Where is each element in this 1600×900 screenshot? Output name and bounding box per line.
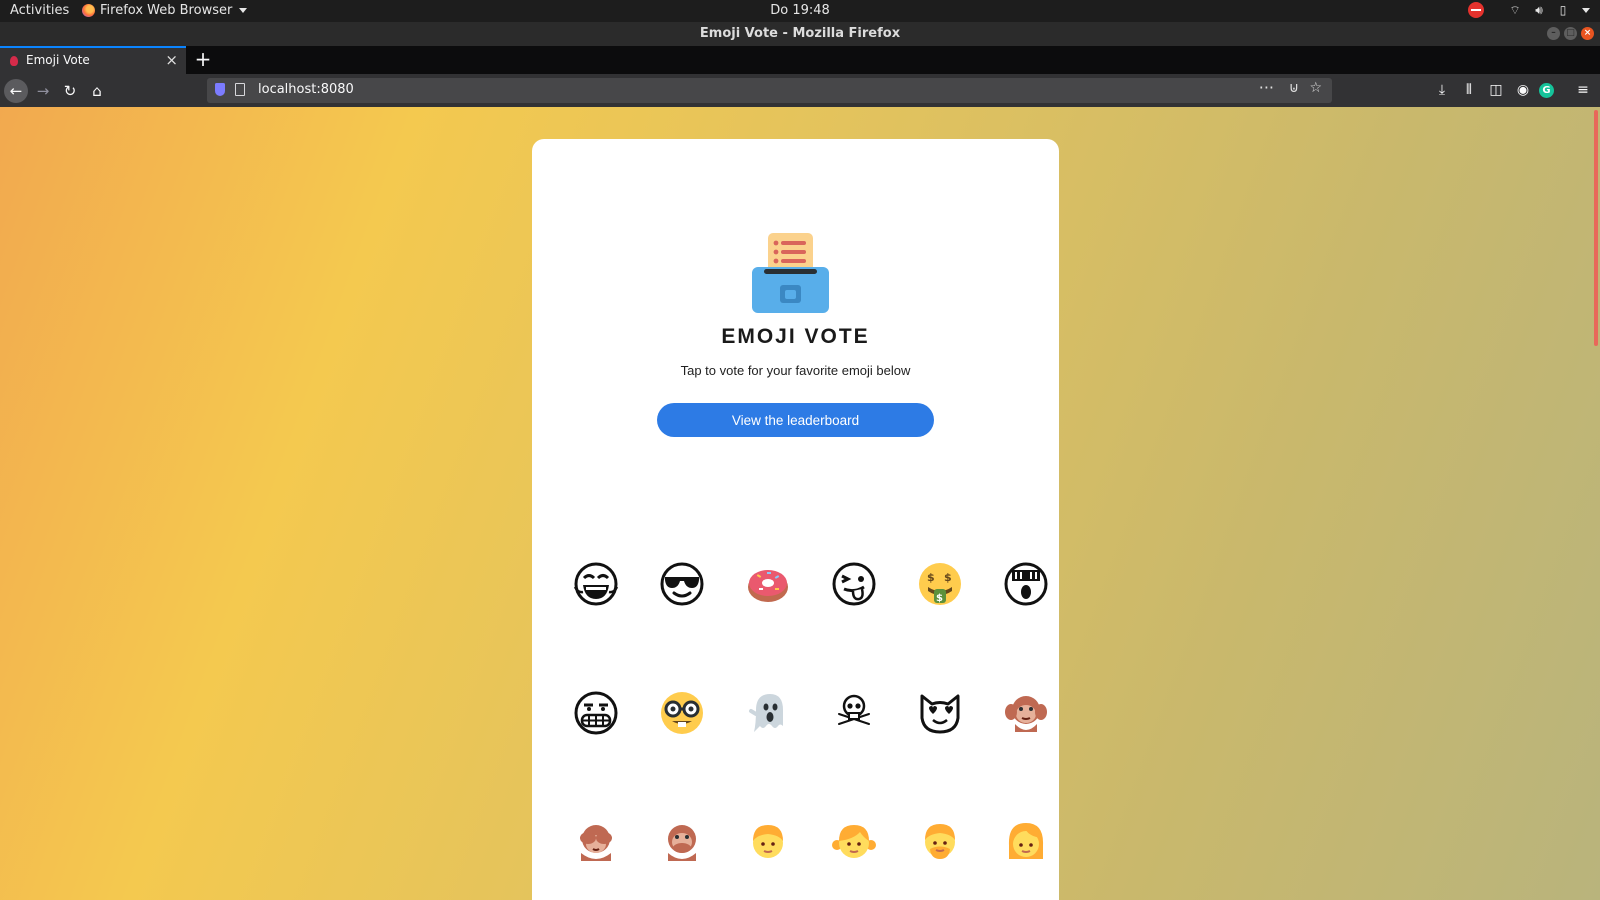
pocket-icon[interactable]: ⊍ — [1289, 80, 1299, 96]
close-window-icon[interactable]: × — [1581, 27, 1594, 40]
grammarly-extension-icon[interactable]: G — [1539, 83, 1554, 98]
man-icon — [925, 823, 955, 859]
doughnut-icon — [748, 569, 788, 602]
emoji-tongue-wink[interactable] — [811, 519, 897, 648]
downloads-icon[interactable]: ⤓ — [1431, 79, 1453, 101]
emoji-nerd[interactable] — [639, 648, 725, 777]
library-icon[interactable]: ⫴ — [1458, 79, 1480, 101]
url-text[interactable]: localhost:8080 — [258, 82, 354, 97]
home-button[interactable]: ⌂ — [85, 79, 109, 103]
do-not-disturb-icon[interactable] — [1468, 2, 1484, 18]
emoji-doughnut[interactable] — [725, 519, 811, 648]
emoji-heart-eyes-cat[interactable] — [897, 648, 983, 777]
minimize-icon[interactable]: – — [1547, 27, 1560, 40]
tracking-protection-shield-icon[interactable] — [215, 83, 225, 96]
tab-label: Emoji Vote — [26, 53, 90, 67]
emoji-see-no-evil[interactable] — [553, 777, 639, 900]
emoji-speak-no-evil[interactable] — [639, 777, 725, 900]
emoji-money-mouth[interactable]: $ $ $ — [897, 519, 983, 648]
sunglasses-face-icon — [660, 562, 704, 605]
emoji-man[interactable] — [897, 777, 983, 900]
nerd-face-icon — [661, 691, 703, 734]
wifi-icon: ⌔ — [1509, 2, 1521, 17]
svg-text:$: $ — [936, 593, 943, 604]
page-viewport: EMOJI VOTE Tap to vote for your favorite… — [0, 107, 1600, 900]
svg-text:$: $ — [944, 571, 952, 584]
speak-no-evil-monkey-icon — [668, 824, 696, 861]
close-tab-icon[interactable]: × — [165, 51, 178, 69]
favicon-icon — [10, 56, 18, 66]
see-no-evil-monkey-icon — [580, 824, 612, 861]
emoji-ghost[interactable] — [725, 648, 811, 777]
emoji-boy[interactable] — [725, 777, 811, 900]
forward-button[interactable]: → — [31, 79, 55, 103]
ballot-box-icon — [752, 233, 829, 313]
scrollbar[interactable] — [1594, 110, 1598, 346]
url-bar[interactable]: localhost:8080 ··· ⊍ ☆ — [207, 78, 1332, 103]
boy-icon — [753, 824, 783, 858]
emoji-girl[interactable] — [811, 777, 897, 900]
navigation-toolbar: ← → ↻ ⌂ localhost:8080 ··· ⊍ ☆ ⤓ ⫴ ◫ ◉ G… — [0, 74, 1600, 107]
hear-no-evil-monkey-icon — [1005, 695, 1047, 732]
maximize-icon[interactable]: □ — [1564, 27, 1577, 40]
winking-tongue-face-icon — [832, 562, 876, 605]
emoji-grimace[interactable] — [553, 648, 639, 777]
tab-strip: Emoji Vote × + — [0, 46, 1600, 74]
svg-text:$: $ — [927, 571, 935, 584]
window-title: Emoji Vote - Mozilla Firefox — [699, 26, 901, 41]
grimacing-face-icon — [574, 691, 618, 734]
emoji-grid: $ $ $ — [553, 519, 1069, 900]
emoji-sunglasses[interactable] — [639, 519, 725, 648]
hamburger-menu-icon[interactable]: ≡ — [1572, 79, 1594, 101]
volume-icon: 🔊︎ — [1535, 2, 1543, 17]
emoji-hear-no-evil[interactable] — [983, 648, 1069, 777]
money-mouth-face-icon: $ $ $ — [919, 562, 961, 605]
emoji-woman[interactable] — [983, 777, 1069, 900]
battery-icon: ▯ — [1559, 3, 1567, 17]
sidebar-icon[interactable]: ◫ — [1485, 79, 1507, 101]
screaming-face-icon — [1004, 562, 1048, 605]
emoji-skull[interactable] — [811, 648, 897, 777]
page-actions-menu-icon[interactable]: ··· — [1259, 78, 1274, 97]
window-titlebar: Emoji Vote - Mozilla Firefox – □ × — [0, 22, 1600, 46]
tab-emoji-vote[interactable]: Emoji Vote × — [0, 46, 186, 74]
system-tray[interactable]: ⌔ 🔊︎ ▯ — [1468, 2, 1590, 18]
page-info-icon[interactable] — [235, 83, 245, 96]
view-leaderboard-button[interactable]: View the leaderboard — [657, 403, 934, 437]
emoji-scream[interactable] — [983, 519, 1069, 648]
ghost-icon — [749, 693, 783, 732]
bookmark-star-icon[interactable]: ☆ — [1309, 80, 1322, 96]
system-menu-chevron-icon[interactable] — [1582, 7, 1590, 13]
woman-icon — [1008, 822, 1044, 859]
system-top-bar: Activities Firefox Web Browser Do 19:48 … — [0, 0, 1600, 22]
emoji-rofl[interactable] — [553, 519, 639, 648]
page-title: EMOJI VOTE — [721, 325, 870, 348]
rolling-laughing-icon — [573, 562, 619, 605]
heart-eyes-cat-icon — [920, 694, 960, 733]
clock[interactable]: Do 19:48 — [0, 3, 1600, 18]
new-tab-button[interactable]: + — [192, 47, 214, 71]
account-icon[interactable]: ◉ — [1512, 79, 1534, 101]
skull-crossbones-icon — [837, 694, 871, 726]
girl-icon — [832, 824, 876, 858]
vote-card: EMOJI VOTE Tap to vote for your favorite… — [532, 139, 1059, 900]
back-button[interactable]: ← — [4, 79, 28, 103]
page-subtitle: Tap to vote for your favorite emoji belo… — [680, 363, 911, 378]
reload-button[interactable]: ↻ — [58, 79, 82, 103]
